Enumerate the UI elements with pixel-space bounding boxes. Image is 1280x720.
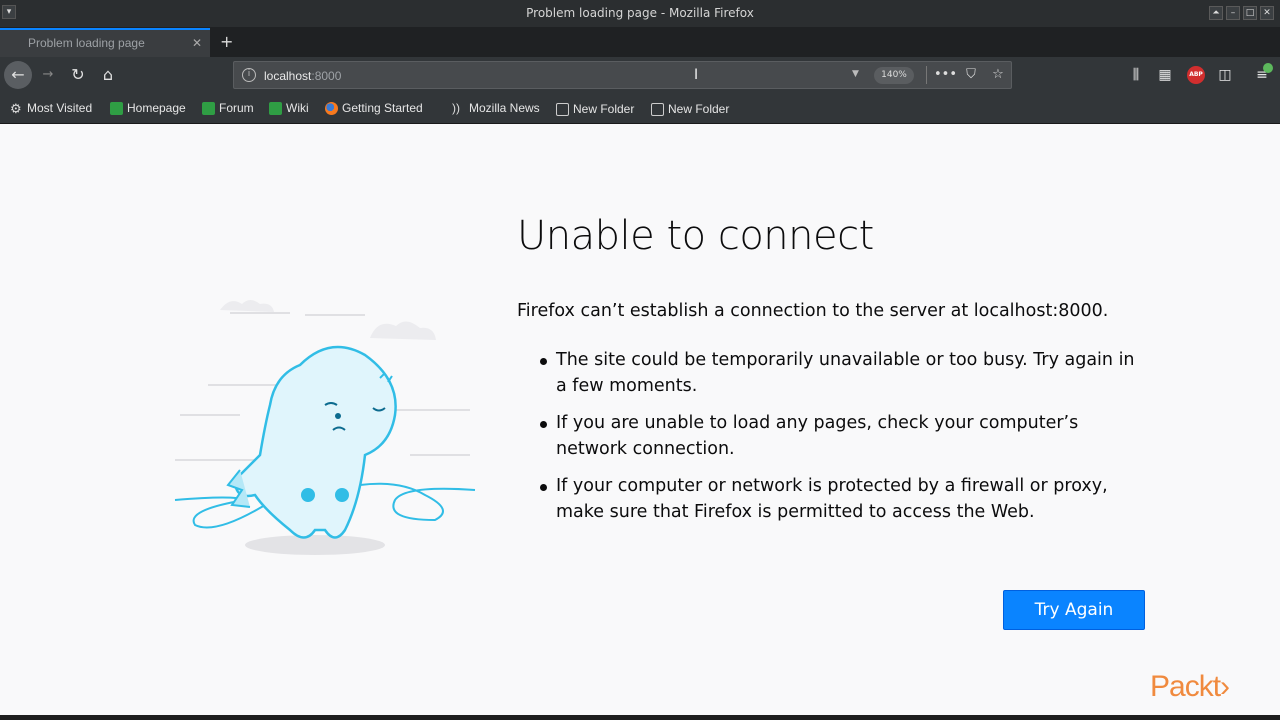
navigation-toolbar: ← → ↻ ⌂ i localhost:8000 I ▼ 140% ••• ⛉ … (0, 57, 1280, 94)
window-title: Problem loading page - Mozilla Firefox (526, 6, 754, 20)
bookmark-label: Wiki (286, 101, 309, 115)
tab-close-icon[interactable]: ✕ (192, 36, 202, 50)
tab-strip: Problem loading page ✕ + (0, 27, 1280, 57)
forward-icon[interactable]: → (34, 61, 62, 89)
error-page: Unable to connect Firefox can’t establis… (0, 125, 1280, 720)
bookmark-star-icon[interactable]: ☆ (988, 66, 1008, 84)
bookmark-label: New Folder (668, 101, 730, 116)
bookmark-label: Homepage (127, 101, 186, 115)
bottom-border (0, 715, 1280, 720)
zoom-level-button[interactable]: 140% (874, 67, 914, 84)
tab-active[interactable]: Problem loading page ✕ (0, 28, 210, 57)
green-page-icon (269, 101, 282, 115)
adblock-plus-icon[interactable]: ABP (1187, 66, 1205, 84)
home-icon[interactable]: ⌂ (94, 61, 122, 89)
text-cursor-icon: I (694, 67, 699, 83)
bookmark-label: Mozilla News (469, 101, 540, 115)
rss-icon: )) (452, 100, 460, 115)
bookmark-label: Forum (219, 101, 254, 115)
bookmark-mozilla-news[interactable]: )) Mozilla News (452, 101, 540, 115)
maximize-window-icon[interactable]: □ (1243, 6, 1257, 20)
library-icon[interactable]: ⫼ (1125, 67, 1147, 85)
bookmark-forum[interactable]: Forum (202, 101, 254, 115)
site-info-icon[interactable]: i (242, 68, 256, 82)
error-title: Unable to connect (517, 213, 874, 259)
gear-icon: ⚙ (10, 100, 22, 116)
list-item: If you are unable to load any pages, che… (538, 410, 1138, 462)
shade-window-icon[interactable]: ⏶ (1209, 6, 1223, 20)
list-item: If your computer or network is protected… (538, 473, 1138, 525)
pocket-icon[interactable]: ⛉ (961, 66, 981, 84)
url-host: localhost (264, 69, 312, 83)
tab-label: Problem loading page (28, 36, 145, 50)
url-port: :8000 (311, 69, 342, 83)
firefox-icon (325, 101, 338, 115)
disconnected-dinosaur-illustration (174, 300, 476, 555)
bookmark-wiki[interactable]: Wiki (269, 101, 309, 115)
bookmark-label: Getting Started (342, 101, 423, 115)
error-description: Firefox can’t establish a connection to … (517, 301, 1109, 321)
back-icon[interactable]: ← (4, 61, 32, 89)
green-page-icon (202, 101, 215, 115)
error-reasons-list: The site could be temporarily unavailabl… (538, 347, 1138, 536)
bookmark-label: Most Visited (27, 101, 93, 115)
bookmark-folder[interactable]: New Folder (651, 101, 729, 116)
new-tab-icon[interactable]: + (220, 32, 233, 51)
minimize-window-icon[interactable]: – (1226, 6, 1240, 20)
folder-icon (651, 103, 664, 116)
reload-icon[interactable]: ↻ (64, 61, 92, 89)
url-dropdown-icon[interactable]: ▼ (852, 69, 859, 79)
sidebar-icon[interactable]: ◫ (1214, 67, 1236, 85)
update-badge-icon (1263, 63, 1273, 73)
bookmark-most-visited[interactable]: ⚙ Most Visited (10, 101, 92, 115)
page-actions-icon[interactable]: ••• (934, 66, 957, 84)
window-titlebar: ▾ Problem loading page - Mozilla Firefox… (0, 0, 1280, 27)
packt-watermark-logo: Packt› (1150, 670, 1230, 703)
bookmark-folder[interactable]: New Folder (556, 101, 634, 116)
green-page-icon (110, 101, 123, 115)
bookmark-label: New Folder (573, 101, 635, 116)
bookmark-getting-started[interactable]: Getting Started (325, 101, 423, 115)
url-text[interactable]: localhost:8000 (264, 69, 341, 83)
extensions-grid-icon[interactable]: ▦ (1154, 67, 1176, 85)
try-again-button[interactable]: Try Again (1003, 590, 1145, 630)
url-bar[interactable]: i localhost:8000 I ▼ 140% ••• ⛉ ☆ (233, 61, 1012, 89)
url-separator (926, 66, 927, 84)
bookmarks-toolbar: ⚙ Most Visited Homepage Forum Wiki Getti… (0, 94, 1280, 124)
folder-icon (556, 103, 569, 116)
list-item: The site could be temporarily unavailabl… (538, 347, 1138, 399)
window-controls: ⏶ – □ ✕ (1209, 6, 1274, 20)
close-window-icon[interactable]: ✕ (1260, 6, 1274, 20)
bookmark-homepage[interactable]: Homepage (110, 101, 186, 115)
